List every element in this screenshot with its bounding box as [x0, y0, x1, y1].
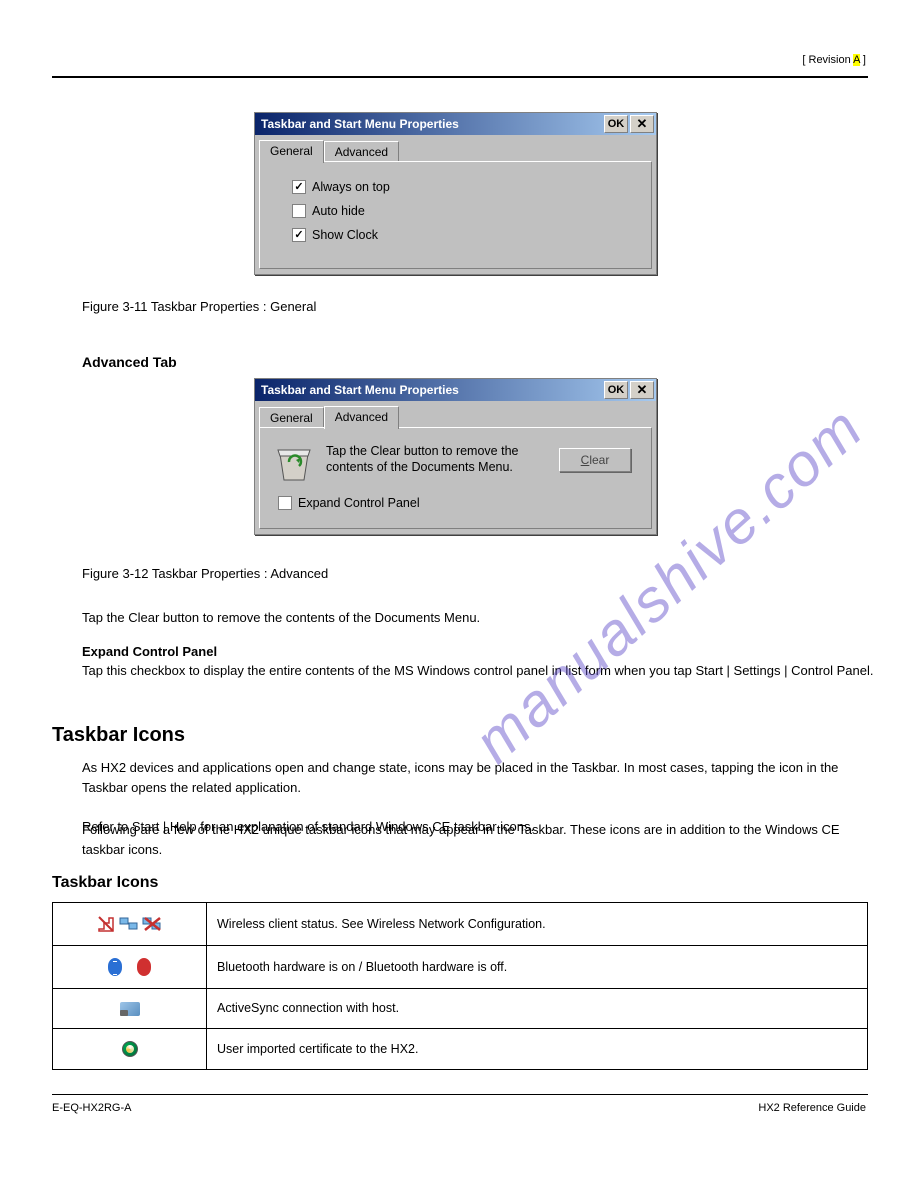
tabstrip: General Advanced — [255, 401, 656, 428]
taskbar-properties-dialog-general: Taskbar and Start Menu Properties OK ✕ G… — [254, 112, 657, 275]
label-always-on-top: Always on top — [312, 180, 390, 194]
bluetooth-off-icon — [137, 958, 151, 976]
checkbox-expand-control-panel[interactable] — [278, 496, 292, 510]
tab-general[interactable]: General — [259, 140, 324, 163]
certificate-icon — [122, 1041, 138, 1057]
icon-cell-certificate — [53, 1028, 207, 1069]
tab-advanced[interactable]: Advanced — [324, 406, 399, 429]
wifi-connected-icon — [119, 915, 139, 933]
clear-button[interactable]: Clear — [559, 448, 631, 472]
close-button[interactable]: ✕ — [630, 381, 654, 399]
close-button[interactable]: ✕ — [630, 115, 654, 133]
table-row: Wireless client status. See Wireless Net… — [53, 903, 868, 946]
wifi-disconnected-icon — [142, 915, 162, 933]
dialog-body: Tap the Clear button to remove the conte… — [259, 427, 652, 529]
row-expand-control-panel: Expand Control Panel — [278, 496, 637, 510]
icon-cell-wifi — [53, 903, 207, 946]
body-clear-text: Tap the Clear button to remove the conte… — [82, 608, 874, 628]
titlebar[interactable]: Taskbar and Start Menu Properties OK ✕ — [255, 113, 656, 135]
row-always-on-top: Always on top — [292, 180, 637, 194]
document-body-3: Following are a few of the HX2 unique ta… — [82, 820, 874, 859]
label-show-clock: Show Clock — [312, 228, 378, 242]
label-auto-hide: Auto hide — [312, 204, 365, 218]
wifi-signal-icon — [97, 915, 115, 933]
checkbox-always-on-top[interactable] — [292, 180, 306, 194]
recycle-bin-icon — [274, 440, 314, 482]
desc-cell: User imported certificate to the HX2. — [207, 1028, 868, 1069]
titlebar[interactable]: Taskbar and Start Menu Properties OK ✕ — [255, 379, 656, 401]
desc-cell: ActiveSync connection with host. — [207, 989, 868, 1029]
footer-right: HX2 Reference Guide — [758, 1102, 866, 1114]
table-row: ActiveSync connection with host. — [53, 989, 868, 1029]
table-row: User imported certificate to the HX2. — [53, 1028, 868, 1069]
dialog-body: Always on top Auto hide Show Clock — [259, 161, 652, 269]
taskbar-icons-table: Wireless client status. See Wireless Net… — [52, 902, 868, 1070]
footer-rule — [52, 1094, 868, 1095]
title-text: Taskbar and Start Menu Properties — [261, 117, 602, 131]
section-taskbar-icons: Taskbar Icons — [52, 724, 185, 747]
title-text: Taskbar and Start Menu Properties — [261, 383, 602, 397]
bluetooth-on-icon — [108, 958, 122, 976]
tabstrip: General Advanced — [255, 135, 656, 162]
ok-button[interactable]: OK — [604, 115, 628, 133]
figure-caption-1: Figure 3-11 Taskbar Properties : General — [82, 299, 316, 314]
tab-general[interactable]: General — [259, 407, 324, 428]
advanced-description: Tap the Clear button to remove the conte… — [326, 440, 547, 475]
body-expand-heading: Expand Control Panel — [82, 644, 217, 659]
activesync-icon — [120, 1002, 140, 1016]
section-taskbar-icons-sub: Taskbar Icons — [52, 874, 158, 892]
desc-cell: Wireless client status. See Wireless Net… — [207, 903, 868, 946]
section-advanced-tab: Advanced Tab — [82, 354, 177, 370]
desc-cell: Bluetooth hardware is on / Bluetooth har… — [207, 946, 868, 989]
row-auto-hide: Auto hide — [292, 204, 637, 218]
tab-advanced[interactable]: Advanced — [324, 141, 399, 162]
taskbar-properties-dialog-advanced: Taskbar and Start Menu Properties OK ✕ G… — [254, 378, 657, 535]
footer-left: E-EQ-HX2RG-A — [52, 1102, 131, 1114]
table-row: Bluetooth hardware is on / Bluetooth har… — [53, 946, 868, 989]
ok-button[interactable]: OK — [604, 381, 628, 399]
checkbox-auto-hide[interactable] — [292, 204, 306, 218]
checkbox-show-clock[interactable] — [292, 228, 306, 242]
row-show-clock: Show Clock — [292, 228, 637, 242]
label-expand-control-panel: Expand Control Panel — [298, 496, 420, 510]
header-rule — [52, 76, 868, 78]
body-expand-text: Tap this checkbox to display the entire … — [82, 663, 874, 678]
figure-caption-2: Figure 3-12 Taskbar Properties : Advance… — [82, 566, 328, 581]
header-revision: [ Revision A ] — [802, 54, 866, 66]
icon-cell-bluetooth — [53, 946, 207, 989]
document-body-1: Tap the Clear button to remove the conte… — [82, 608, 874, 681]
icon-cell-activesync — [53, 989, 207, 1029]
